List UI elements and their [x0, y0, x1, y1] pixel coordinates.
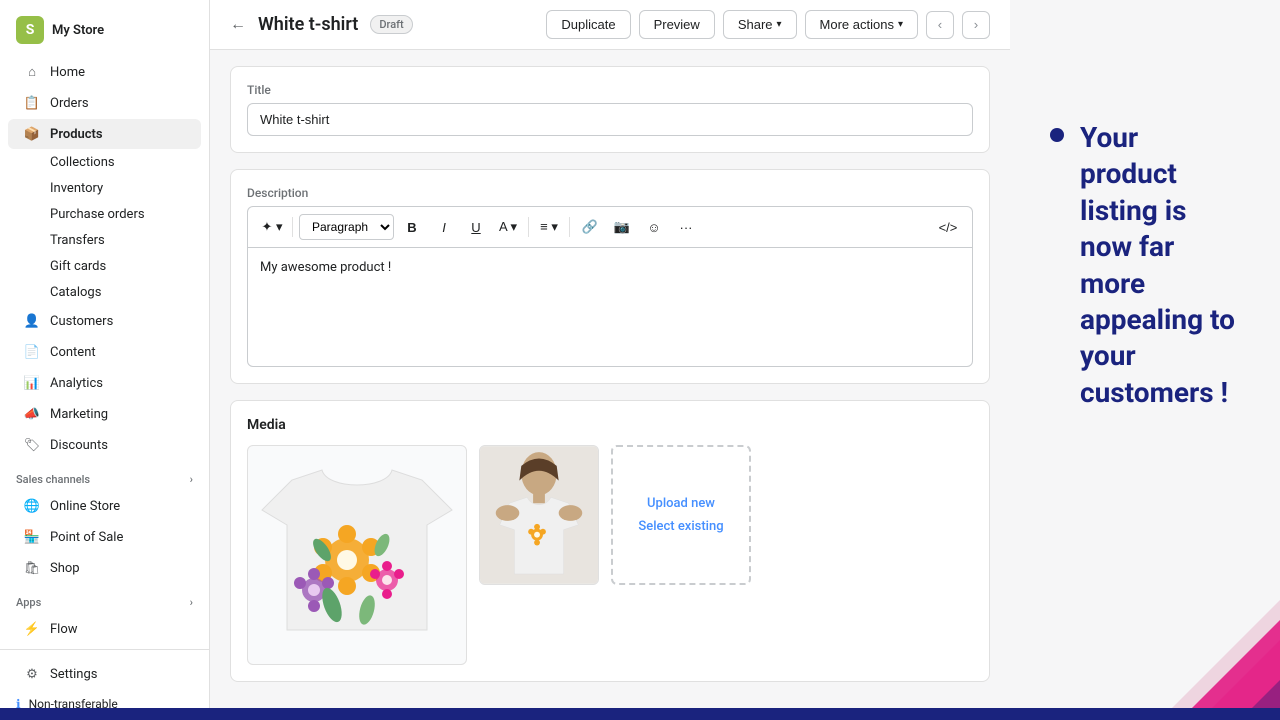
magic-icon-btn[interactable]: ✦ ▾: [258, 213, 286, 241]
topbar-actions: Duplicate Preview Share ▾ More actions ▾…: [546, 10, 990, 39]
more-toolbar-button[interactable]: ···: [672, 213, 700, 241]
sidebar: S My Store ⌂ Home 📋 Orders 📦 Products Co…: [0, 0, 210, 720]
apps-expand-icon[interactable]: ›: [190, 596, 193, 609]
title-input[interactable]: [247, 103, 973, 136]
link-button[interactable]: 🔗: [576, 213, 604, 241]
sidebar-item-home[interactable]: ⌂ Home: [8, 57, 201, 87]
title-card: Title: [230, 66, 990, 153]
expand-icon[interactable]: ›: [190, 473, 193, 486]
code-button[interactable]: </>: [934, 213, 962, 241]
sidebar-item-customers[interactable]: 👤 Customers: [8, 306, 201, 336]
sidebar-item-content[interactable]: 📄 Content: [8, 337, 201, 367]
shopify-logo-icon: S: [16, 16, 44, 44]
sidebar-item-orders[interactable]: 📋 Orders: [8, 88, 201, 118]
sidebar-item-collections[interactable]: Collections: [8, 150, 201, 175]
media-upload-zone[interactable]: Upload new Select existing: [611, 445, 751, 585]
select-existing-link[interactable]: Select existing: [638, 519, 723, 534]
description-toolbar: ✦ ▾ Paragraph B I U A ▾ ≡ ▾ 🔗 📷 ☺ ··· </…: [247, 206, 973, 247]
home-icon: ⌂: [24, 64, 40, 80]
customers-icon: 👤: [24, 313, 40, 329]
store-logo: S My Store: [0, 0, 209, 52]
page-title: White t-shirt: [258, 14, 358, 35]
info-panel: Your product listing is now far more app…: [1010, 0, 1280, 720]
sidebar-item-products[interactable]: 📦 Products: [8, 119, 201, 149]
underline-button[interactable]: U: [462, 213, 490, 241]
back-button[interactable]: ←: [230, 16, 246, 34]
sidebar-item-marketing[interactable]: 📣 Marketing: [8, 399, 201, 429]
sales-channels-label: Sales channels ›: [0, 461, 209, 490]
emoji-button[interactable]: ☺: [640, 213, 668, 241]
sidebar-item-purchase-orders[interactable]: Purchase orders: [8, 202, 201, 227]
media-grid: Upload new Select existing: [247, 445, 973, 665]
divider2: [528, 217, 529, 237]
sidebar-item-shop[interactable]: 🛍 Shop: [8, 553, 201, 583]
description-label: Description: [247, 186, 973, 200]
online-store-icon: 🌐: [24, 498, 40, 514]
flow-icon: ⚡: [24, 621, 40, 637]
sidebar-item-discounts[interactable]: 🏷 Discounts: [8, 430, 201, 460]
sidebar-item-catalogs[interactable]: Catalogs: [8, 280, 201, 305]
upload-new-link[interactable]: Upload new: [647, 496, 715, 511]
description-textarea[interactable]: My awesome product !: [247, 247, 973, 367]
preview-button[interactable]: Preview: [639, 10, 715, 39]
draft-badge: Draft: [370, 15, 412, 34]
info-text: Your product listing is now far more app…: [1080, 120, 1240, 411]
sidebar-item-inventory[interactable]: Inventory: [8, 176, 201, 201]
more-chevron-icon: ▾: [898, 19, 903, 30]
divider3: [569, 217, 570, 237]
discounts-icon: 🏷: [24, 437, 40, 453]
title-label: Title: [247, 83, 973, 97]
description-card: Description ✦ ▾ Paragraph B I U A ▾ ≡ ▾ …: [230, 169, 990, 384]
pos-icon: 🏪: [24, 529, 40, 545]
products-icon: 📦: [24, 126, 40, 142]
marketing-icon: 📣: [24, 406, 40, 422]
shop-icon: 🛍: [24, 560, 40, 576]
tshirt-image: [247, 445, 467, 665]
sidebar-item-pos[interactable]: 🏪 Point of Sale: [8, 522, 201, 552]
analytics-icon: 📊: [24, 375, 40, 391]
sidebar-item-analytics[interactable]: 📊 Analytics: [8, 368, 201, 398]
share-button[interactable]: Share ▾: [723, 10, 797, 39]
bullet-text-section: Your product listing is now far more app…: [1050, 120, 1240, 411]
sidebar-item-online-store[interactable]: 🌐 Online Store: [8, 491, 201, 521]
store-name: My Store: [52, 23, 104, 38]
more-actions-button[interactable]: More actions ▾: [805, 10, 918, 39]
insert-button[interactable]: 📷: [608, 213, 636, 241]
align-button[interactable]: ≡ ▾: [535, 213, 563, 241]
duplicate-button[interactable]: Duplicate: [546, 10, 630, 39]
model-image: [479, 445, 599, 585]
chevron-down-icon: ▾: [777, 19, 782, 30]
sidebar-item-settings[interactable]: ⚙ Settings: [8, 659, 201, 689]
font-color-button[interactable]: A ▾: [494, 213, 522, 241]
admin-panel: ← White t-shirt Draft Duplicate Preview …: [210, 0, 1010, 720]
prev-nav-button[interactable]: ‹: [926, 11, 954, 39]
divider: [292, 217, 293, 237]
sidebar-item-transfers[interactable]: Transfers: [8, 228, 201, 253]
content-area: Title Description ✦ ▾ Paragraph B I U A …: [210, 50, 1010, 714]
deco-triangles: [1080, 520, 1280, 720]
bottom-bar: [0, 708, 1280, 720]
media-label: Media: [247, 417, 973, 433]
next-nav-button[interactable]: ›: [962, 11, 990, 39]
apps-label: Apps ›: [0, 584, 209, 613]
bullet-dot: [1050, 128, 1064, 142]
paragraph-select[interactable]: Paragraph: [299, 214, 394, 240]
orders-icon: 📋: [24, 95, 40, 111]
settings-icon: ⚙: [24, 666, 40, 682]
media-card: Media: [230, 400, 990, 682]
sidebar-nav: ⌂ Home 📋 Orders 📦 Products Collections I…: [0, 52, 209, 649]
italic-button[interactable]: I: [430, 213, 458, 241]
bold-button[interactable]: B: [398, 213, 426, 241]
content-icon: 📄: [24, 344, 40, 360]
sidebar-item-flow[interactable]: ⚡ Flow: [8, 614, 201, 644]
topbar: ← White t-shirt Draft Duplicate Preview …: [210, 0, 1010, 50]
sidebar-item-gift-cards[interactable]: Gift cards: [8, 254, 201, 279]
